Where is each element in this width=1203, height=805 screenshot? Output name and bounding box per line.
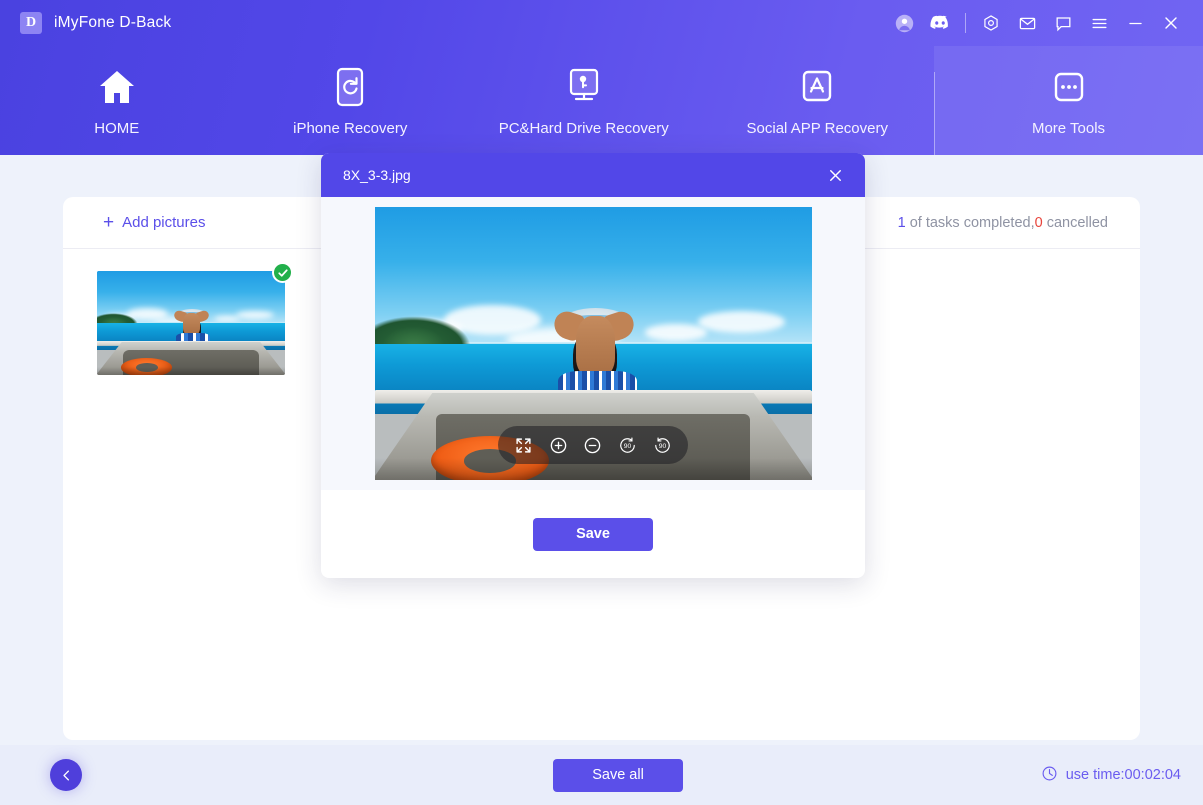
preview-image[interactable]: 90 90 [374, 207, 812, 480]
nav-item-home[interactable]: HOME [0, 46, 234, 155]
add-pictures-label: Add pictures [122, 214, 206, 231]
zoom-in-icon[interactable] [545, 432, 571, 458]
nav-label-social-app-recovery: Social APP Recovery [746, 120, 888, 137]
nav-label-pc-hard-drive-recovery: PC&Hard Drive Recovery [498, 120, 669, 137]
main-navigation: HOME iPhone Recovery PC&Hard Drive Recov… [0, 46, 1203, 155]
discord-icon[interactable] [922, 5, 958, 41]
save-all-button[interactable]: Save all [553, 758, 683, 792]
image-control-bar: 90 90 [498, 426, 688, 464]
thumbnail-item[interactable] [97, 262, 293, 375]
home-icon [97, 66, 137, 108]
use-time-status: use time:00:02:04 [1041, 765, 1181, 786]
completed-text: of tasks completed, [905, 214, 1035, 231]
thumbnail-image [97, 271, 285, 375]
phone-refresh-icon [335, 66, 365, 108]
dialog-header: 8X_3-3.jpg [321, 153, 865, 197]
menu-hamburger-icon[interactable] [1081, 5, 1117, 41]
nav-primary-group: HOME iPhone Recovery PC&Hard Drive Recov… [0, 46, 934, 155]
add-pictures-button[interactable]: + Add pictures [103, 213, 206, 232]
task-status-text: 1 of tasks completed,0 cancelled [898, 215, 1108, 231]
dialog-footer: Save [321, 490, 865, 578]
app-title: iMyFone D-Back [54, 14, 172, 31]
window-controls [886, 0, 1189, 46]
rotate-right-90-icon[interactable]: 90 [650, 432, 676, 458]
nav-item-pc-hard-drive-recovery[interactable]: PC&Hard Drive Recovery [467, 46, 701, 155]
zoom-out-icon[interactable] [580, 432, 606, 458]
svg-text:90: 90 [624, 443, 632, 450]
feedback-chat-icon[interactable] [1045, 5, 1081, 41]
bottom-toolbar: Save all use time:00:02:04 [0, 745, 1203, 805]
plus-icon: + [103, 212, 115, 233]
nav-item-more-tools[interactable]: More Tools [934, 46, 1203, 155]
close-icon[interactable] [823, 163, 847, 187]
mail-icon[interactable] [1009, 5, 1045, 41]
back-button[interactable] [50, 759, 82, 791]
title-bar: D iMyFone D-Back [0, 0, 1203, 46]
application-window: D iMyFone D-Back HOME iPhone Recovery PC… [0, 0, 1203, 805]
account-avatar-icon[interactable] [886, 5, 922, 41]
save-button[interactable]: Save [533, 517, 653, 551]
image-preview-dialog: 8X_3-3.jpg 90 90 Save [321, 153, 865, 578]
close-icon[interactable] [1153, 5, 1189, 41]
use-time-label: use time:00:02:04 [1065, 767, 1181, 783]
app-header: D iMyFone D-Back HOME iPhone Recovery PC… [0, 0, 1203, 155]
minimize-icon[interactable] [1117, 5, 1153, 41]
clock-icon [1041, 765, 1058, 786]
header-divider [965, 13, 966, 33]
target-icon[interactable] [973, 5, 1009, 41]
completed-count: 1 [897, 214, 906, 231]
rotate-left-90-icon[interactable]: 90 [615, 432, 641, 458]
nav-item-iphone-recovery[interactable]: iPhone Recovery [234, 46, 468, 155]
svg-text:90: 90 [659, 443, 667, 450]
dialog-image-area: 90 90 [321, 197, 865, 490]
nav-item-social-app-recovery[interactable]: Social APP Recovery [701, 46, 935, 155]
selected-check-icon [272, 262, 293, 283]
monitor-key-icon [566, 66, 602, 108]
nav-label-iphone-recovery: iPhone Recovery [293, 120, 408, 137]
fullscreen-icon[interactable] [510, 432, 536, 458]
appstore-icon [800, 66, 834, 108]
nav-label-home: HOME [94, 120, 140, 137]
dialog-title: 8X_3-3.jpg [343, 167, 411, 183]
app-logo-icon: D [20, 12, 42, 34]
cancelled-text: cancelled [1042, 214, 1108, 231]
nav-label-more-tools: More Tools [1031, 120, 1106, 137]
more-dots-icon [1053, 66, 1085, 108]
cancelled-count: 0 [1034, 214, 1043, 231]
